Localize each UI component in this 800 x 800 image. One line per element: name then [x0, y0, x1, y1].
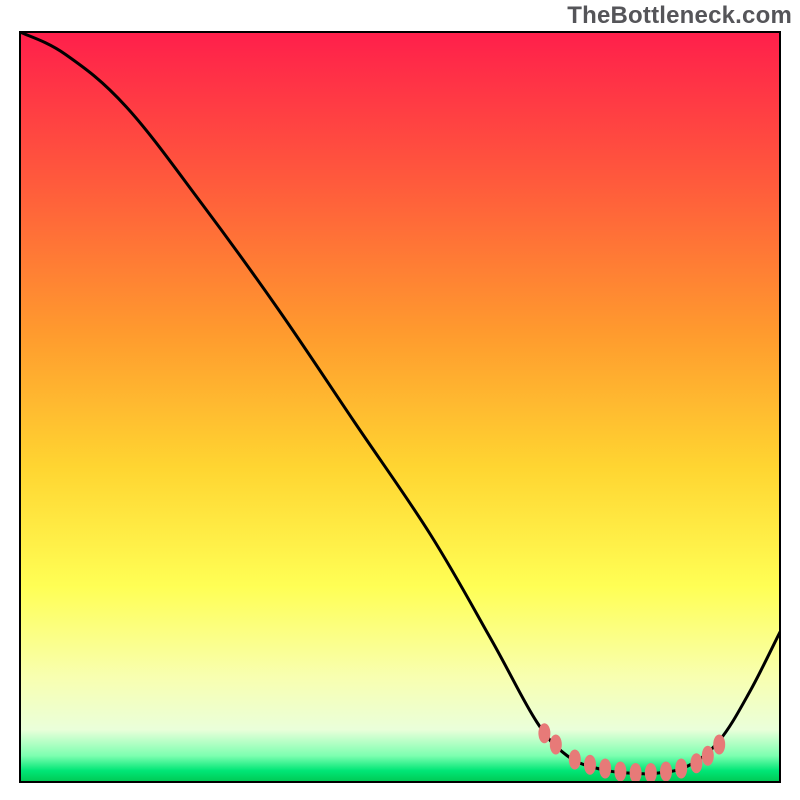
curve-marker [599, 759, 611, 779]
chart-frame: TheBottleneck.com [0, 0, 800, 800]
curve-marker [550, 735, 562, 755]
bottleneck-chart [0, 0, 800, 800]
curve-marker [702, 746, 714, 766]
chart-background [20, 32, 780, 782]
curve-marker [569, 750, 581, 770]
curve-marker [675, 759, 687, 779]
curve-marker [630, 763, 642, 783]
curve-marker [645, 763, 657, 783]
curve-marker [584, 755, 596, 775]
curve-marker [713, 735, 725, 755]
watermark-text: TheBottleneck.com [567, 2, 792, 30]
curve-marker [660, 762, 672, 782]
curve-marker [614, 762, 626, 782]
curve-marker [690, 753, 702, 773]
curve-marker [538, 723, 550, 743]
